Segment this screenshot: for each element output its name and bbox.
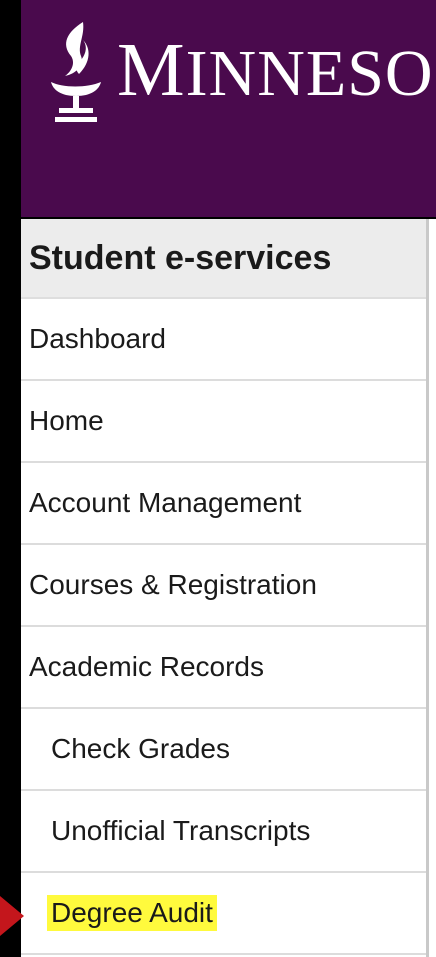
sidebar-item-account-management[interactable]: Account Management	[21, 463, 426, 545]
sidebar-item-dashboard[interactable]: Dashboard	[21, 299, 426, 381]
sidebar-menu: Student e-services Dashboard Home Accoun…	[21, 219, 429, 957]
sidebar-item-unofficial-transcripts[interactable]: Unofficial Transcripts	[21, 791, 426, 873]
sidebar-item-check-grades[interactable]: Check Grades	[21, 709, 426, 791]
sidebar-item-academic-records[interactable]: Academic Records	[21, 627, 426, 709]
screenshot-frame: MINNESO Student e-services Dashboard Hom…	[0, 0, 436, 957]
sidebar-item-degree-audit[interactable]: Degree Audit	[21, 873, 426, 955]
sidebar-item-label: Courses & Registration	[29, 569, 317, 600]
sidebar-item-courses-registration[interactable]: Courses & Registration	[21, 545, 426, 627]
site-header: MINNESO	[21, 0, 436, 219]
sidebar-item-label: Check Grades	[51, 733, 230, 764]
sidebar-item-label-highlighted: Degree Audit	[47, 895, 217, 931]
sidebar-item-label: Unofficial Transcripts	[51, 815, 311, 846]
left-border	[0, 0, 21, 957]
university-wordmark[interactable]: MINNESO	[117, 32, 434, 108]
sidebar-item-home[interactable]: Home	[21, 381, 426, 463]
menu-title: Student e-services	[21, 219, 426, 299]
sidebar-item-label: Home	[29, 405, 104, 436]
sidebar-item-label: Academic Records	[29, 651, 264, 682]
red-arrow-icon	[0, 896, 24, 936]
flame-lamp-icon	[51, 22, 101, 122]
sidebar-item-label: Dashboard	[29, 323, 166, 354]
sidebar-item-label: Account Management	[29, 487, 302, 518]
